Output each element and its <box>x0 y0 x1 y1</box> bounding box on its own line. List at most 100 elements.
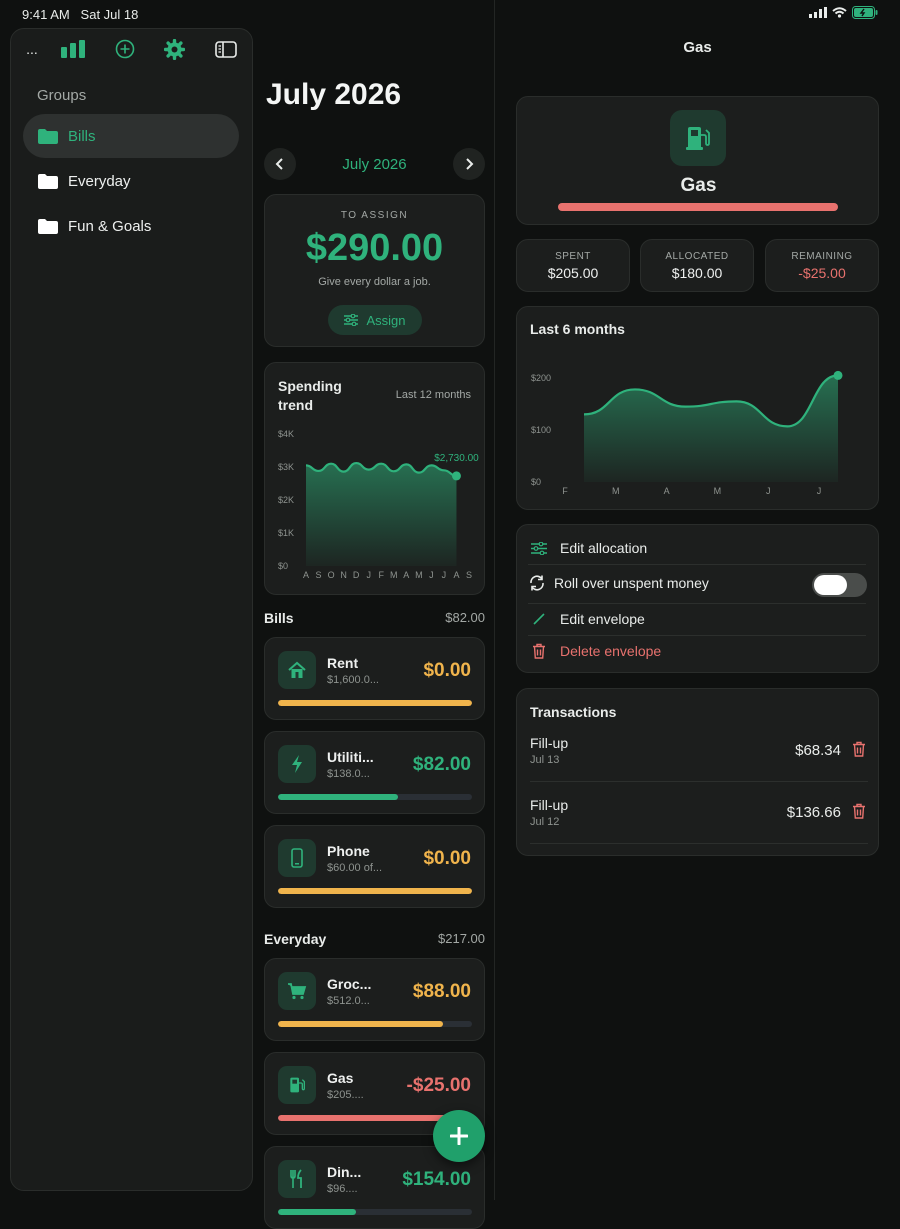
delete-transaction-button[interactable] <box>852 741 866 762</box>
section-total: $217.00 <box>438 931 485 946</box>
edit-envelope-button[interactable]: Edit envelope <box>528 603 869 635</box>
sidebar-icon <box>215 40 237 58</box>
x-tick-label: J <box>366 570 371 580</box>
x-tick-label: J <box>442 570 447 580</box>
x-tick-label: F <box>378 570 384 580</box>
to-assign-subtitle: Give every dollar a job. <box>318 276 431 288</box>
envelope-name: Phone <box>327 843 370 859</box>
envelope-subtitle: $1,600.0... <box>327 674 379 686</box>
plus-circle-icon <box>115 39 135 59</box>
y-tick-label: $200 <box>531 373 551 383</box>
transaction-row[interactable]: Fill-up Jul 13 $68.34 <box>530 735 866 785</box>
x-tick-label: N <box>340 570 347 580</box>
sidebar: ... Groups Bills Everyday Fun & Goals <box>10 28 253 1191</box>
sliders-icon <box>344 314 359 326</box>
envelope-progress-bar <box>558 203 838 211</box>
envelope-available: $0.00 <box>423 660 471 681</box>
stat-value: $180.00 <box>671 265 723 281</box>
stat-spent: SPENT $205.00 <box>516 239 630 292</box>
y-tick-label: $100 <box>531 425 551 435</box>
action-label: Delete envelope <box>560 643 662 659</box>
envelope-available: $154.00 <box>402 1169 471 1190</box>
envelope-card[interactable]: Phone $60.00 of... $0.00 <box>264 825 485 908</box>
edit-allocation-button[interactable]: Edit allocation <box>528 532 869 564</box>
trash-icon <box>853 803 865 819</box>
sidebar-item-bills[interactable]: Bills <box>23 114 239 158</box>
x-tick-label: J <box>766 486 771 496</box>
fork-knife-icon <box>278 1160 316 1198</box>
delete-transaction-button[interactable] <box>852 803 866 824</box>
section-header-bills: Bills $82.00 <box>264 610 485 626</box>
transaction-date: Jul 13 <box>530 754 560 766</box>
envelope-name: Din... <box>327 1164 362 1180</box>
sidebar-item-label: Everyday <box>68 172 131 190</box>
gear-icon <box>163 38 185 60</box>
stat-value: -$25.00 <box>798 265 846 281</box>
bar-chart-icon <box>61 40 85 58</box>
envelope-progress-bar <box>278 1209 472 1215</box>
transactions-card: Transactions Fill-up Jul 13 $68.34 Fill-… <box>516 688 879 856</box>
transaction-row[interactable]: Fill-up Jul 12 $136.66 <box>530 797 866 847</box>
sidebar-item-label: Fun & Goals <box>68 217 152 235</box>
section-title: Everyday <box>264 931 327 947</box>
section-title: Bills <box>264 610 294 626</box>
month-label: July 2026 <box>342 156 407 173</box>
bolt-icon <box>278 745 316 783</box>
separator <box>528 564 866 565</box>
history-card: Last 6 months $200 $100 $0 F M A M J J <box>516 306 879 510</box>
sidebar-item-label: Bills <box>68 127 96 145</box>
battery-icon <box>852 6 878 19</box>
envelope-progress-bar <box>278 700 472 706</box>
envelope-available: -$25.00 <box>406 1075 471 1096</box>
stat-remaining: REMAINING -$25.00 <box>765 239 879 292</box>
x-tick-label: M <box>390 570 398 580</box>
envelope-actions-card: Edit allocation Roll over unspent money … <box>516 524 879 673</box>
section-total: $82.00 <box>445 610 485 625</box>
transaction-name: Fill-up <box>530 735 569 751</box>
rollover-toggle[interactable] <box>812 573 867 597</box>
spending-trend-card: Spending trend Last 12 months $4K $3K $2K $… <box>264 362 485 595</box>
x-tick-label: O <box>328 570 335 580</box>
add-button[interactable] <box>112 37 138 61</box>
envelope-card[interactable]: Rent $1,600.0... $0.00 <box>264 637 485 720</box>
envelope-name: Utiliti... <box>327 749 374 765</box>
settings-button[interactable] <box>161 37 187 61</box>
envelope-subtitle: $205.... <box>327 1089 364 1101</box>
transactions-title: Transactions <box>530 704 617 720</box>
ellipsis-icon: ... <box>26 41 38 57</box>
last-point-marker <box>451 471 461 481</box>
envelope-card[interactable]: Utiliti... $138.0... $82.00 <box>264 731 485 814</box>
to-assign-card: TO ASSIGN $290.00 Give every dollar a jo… <box>264 194 485 347</box>
sidebar-item-everyday[interactable]: Everyday <box>23 159 239 203</box>
stat-allocated: ALLOCATED $180.00 <box>640 239 754 292</box>
value-label: $2,730.00 <box>434 453 479 464</box>
add-transaction-button[interactable] <box>433 1110 485 1162</box>
area-fill <box>306 463 457 566</box>
envelope-card[interactable]: Groc... $512.0... $88.00 <box>264 958 485 1041</box>
chart-button[interactable] <box>60 37 86 61</box>
signal-icon <box>809 7 827 18</box>
to-assign-label: TO ASSIGN <box>340 210 409 221</box>
x-tick-label: A <box>453 570 459 580</box>
envelope-name: Groc... <box>327 976 372 992</box>
separator <box>530 781 868 782</box>
section-header-everyday: Everyday $217.00 <box>264 931 485 947</box>
delete-envelope-button[interactable]: Delete envelope <box>528 635 869 667</box>
envelope-progress-bar <box>278 794 472 800</box>
y-tick-label: $1K <box>278 528 294 538</box>
cart-icon <box>278 972 316 1010</box>
next-month-button[interactable] <box>453 148 485 180</box>
envelope-name: Rent <box>327 655 359 671</box>
last-point-marker <box>833 370 843 380</box>
x-tick-label: D <box>353 570 360 580</box>
sidebar-item-fun-goals[interactable]: Fun & Goals <box>23 204 239 248</box>
x-tick-label: J <box>817 486 822 496</box>
sidebar-toggle-button[interactable] <box>213 37 239 61</box>
y-tick-label: $4K <box>278 429 294 439</box>
transaction-name: Fill-up <box>530 797 569 813</box>
wifi-icon <box>832 7 847 18</box>
pencil-icon <box>533 613 545 625</box>
more-button[interactable]: ... <box>19 37 45 61</box>
envelope-subtitle: $60.00 of... <box>327 862 383 874</box>
assign-button[interactable]: Assign <box>328 305 422 335</box>
